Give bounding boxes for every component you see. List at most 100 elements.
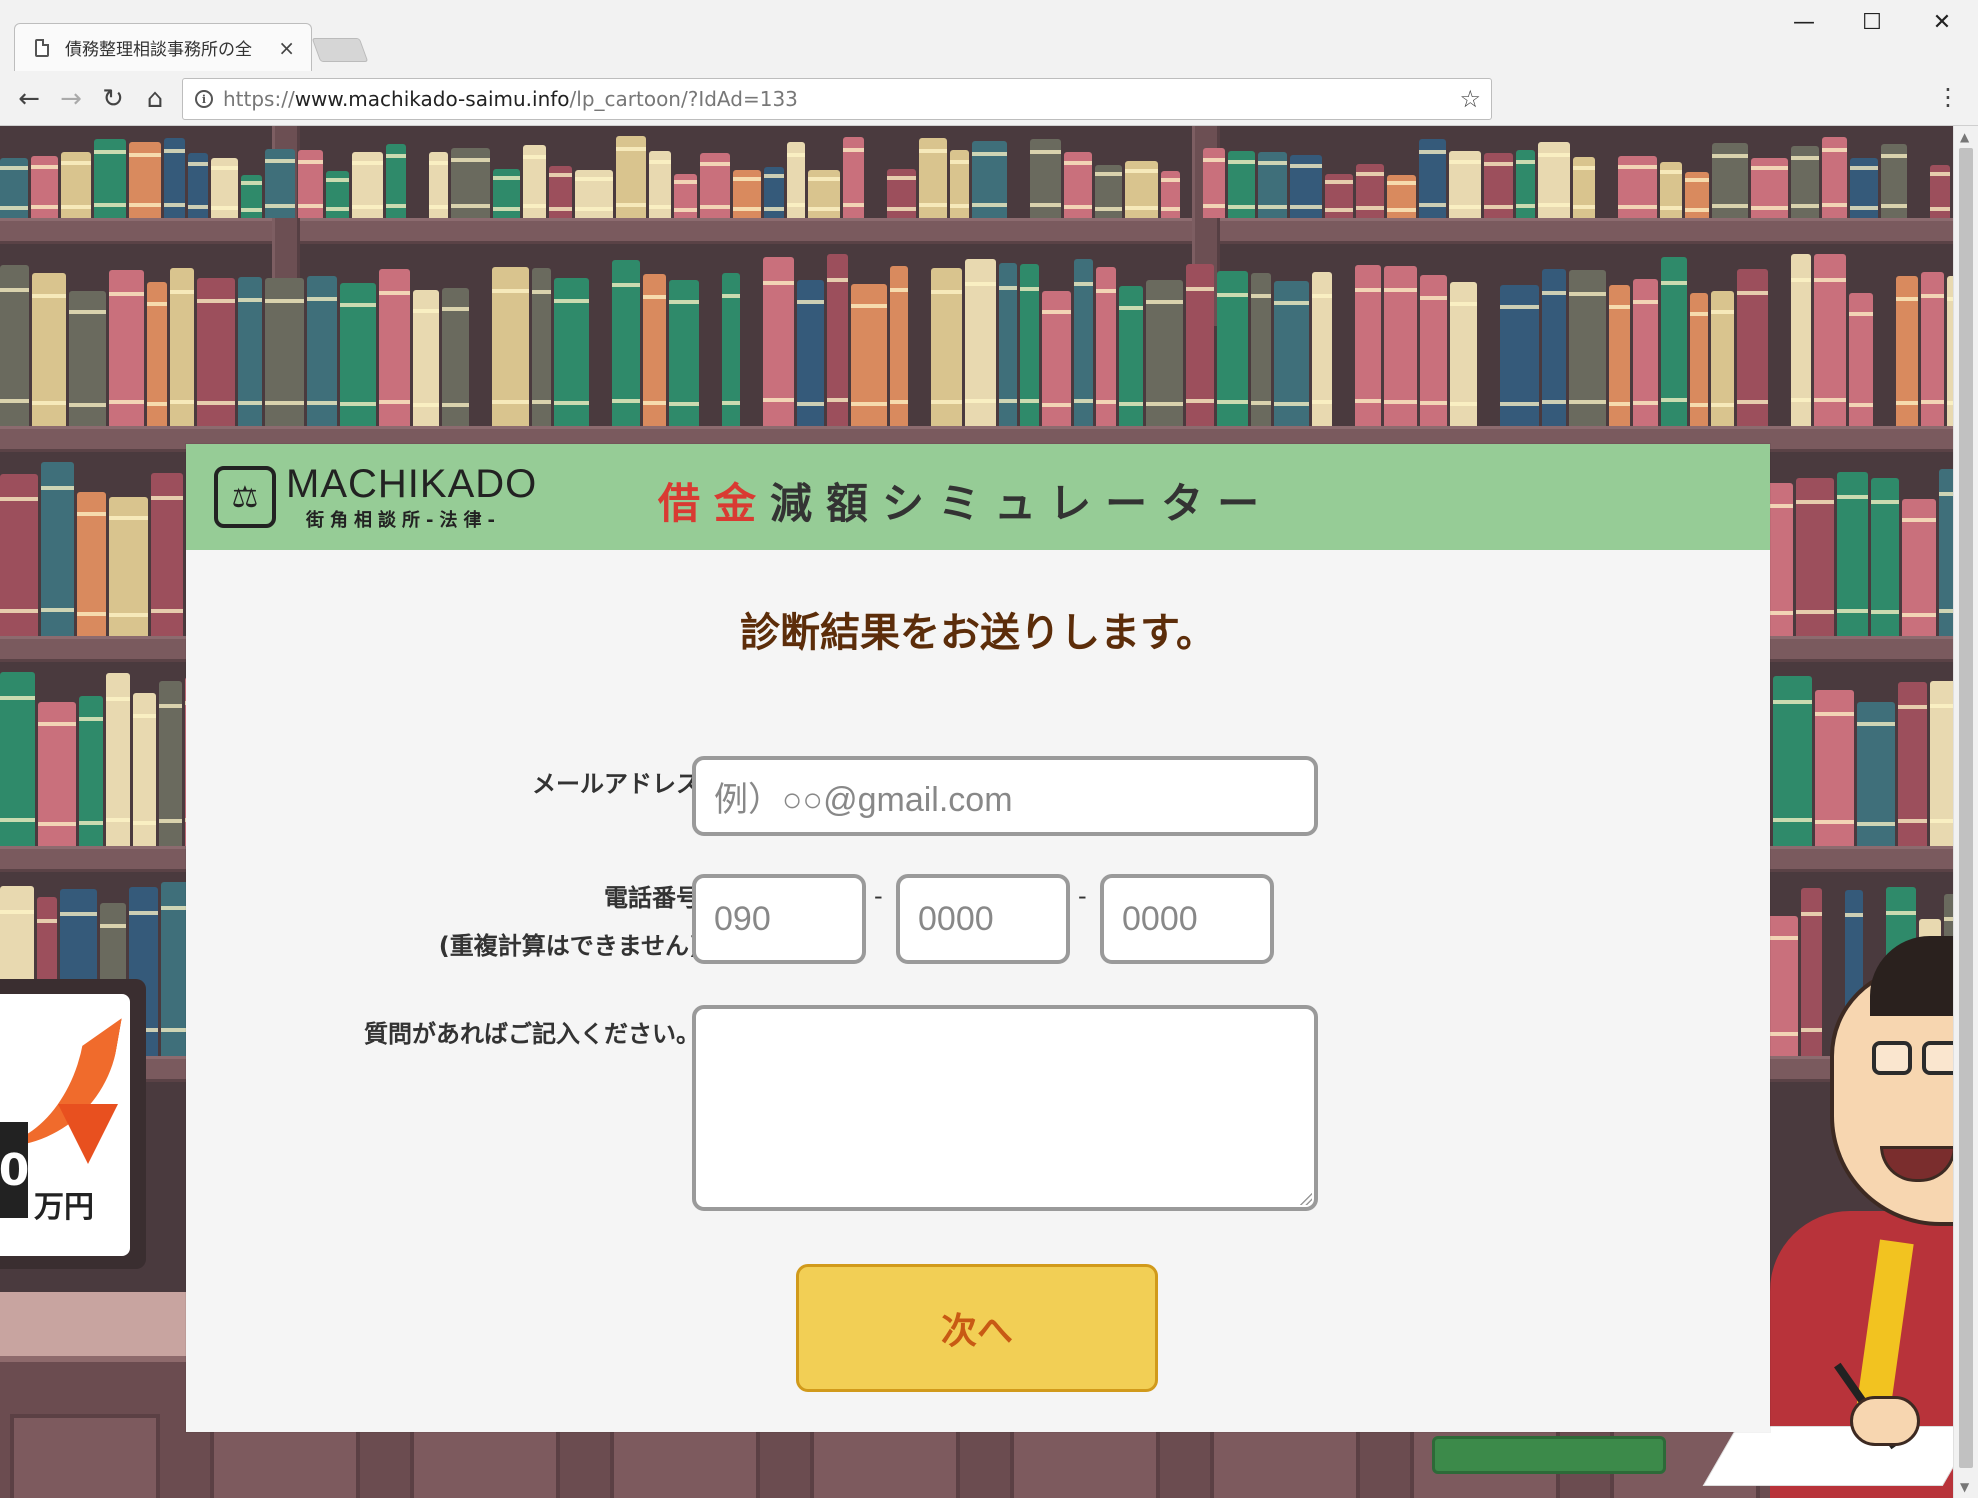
- book-illustration: [1815, 690, 1854, 846]
- book-illustration: [1484, 153, 1513, 218]
- book-illustration: [151, 473, 183, 636]
- book-illustration: [109, 497, 148, 636]
- book-illustration: [1569, 270, 1606, 426]
- scroll-up-icon[interactable]: ▲: [1960, 130, 1969, 144]
- tab-close-icon[interactable]: ×: [278, 36, 295, 60]
- phone-input-middle[interactable]: 0000: [896, 874, 1070, 964]
- book-illustration: [31, 156, 58, 218]
- book-illustration: [1796, 478, 1834, 636]
- maximize-icon[interactable]: ☐: [1852, 10, 1892, 35]
- book-illustration: [999, 263, 1017, 426]
- scrollbar-thumb[interactable]: [1959, 148, 1973, 1468]
- book-illustration: [843, 137, 864, 218]
- next-button[interactable]: 次へ: [796, 1264, 1158, 1392]
- book-illustration: [919, 138, 947, 218]
- book-illustration: [1384, 266, 1417, 426]
- address-bar[interactable]: i https://www.machikado-saimu.info/lp_ca…: [182, 78, 1492, 120]
- book-illustration: [265, 278, 304, 426]
- page-viewport: 0 万円 ⚖ MACHIKADO 街角相談所-法律- 借金減額シミュレーター 診…: [0, 126, 1953, 1498]
- url-text[interactable]: https://www.machikado-saimu.info/lp_cart…: [223, 87, 798, 111]
- book-illustration: [1542, 269, 1566, 426]
- star-icon[interactable]: ☆: [1459, 85, 1481, 113]
- book-illustration: [1274, 281, 1309, 426]
- book-illustration: [1290, 155, 1322, 218]
- email-input[interactable]: 例）○○@gmail.com: [692, 756, 1318, 836]
- book-illustration: [554, 278, 589, 426]
- book-illustration: [1773, 676, 1812, 846]
- forward-arrow-icon[interactable]: →: [54, 82, 88, 116]
- book-illustration: [265, 149, 295, 218]
- book-illustration: [797, 280, 824, 426]
- vertical-scrollbar[interactable]: ▲ ▼: [1953, 126, 1978, 1498]
- book-illustration: [379, 269, 410, 426]
- book-illustration: [1064, 152, 1092, 218]
- simulator-modal: ⚖ MACHIKADO 街角相談所-法律- 借金減額シミュレーター 診断結果をお…: [186, 444, 1770, 1432]
- book-illustration: [1020, 264, 1039, 426]
- book-illustration: [0, 672, 35, 846]
- book-illustration: [1618, 156, 1657, 218]
- logo-text: MACHIKADO: [286, 462, 538, 506]
- desk-drawer: [10, 1414, 160, 1498]
- glasses-icon: [1872, 1041, 1912, 1075]
- book-illustration: [77, 492, 106, 636]
- book-illustration: [1896, 276, 1918, 426]
- question-textarea[interactable]: [692, 1005, 1318, 1211]
- book-illustration: [442, 288, 469, 426]
- book-illustration: [238, 277, 262, 426]
- book-illustration: [1857, 702, 1895, 846]
- book-illustration: [386, 144, 406, 218]
- phone-input-last[interactable]: 0000: [1100, 874, 1274, 964]
- book-illustration: [575, 170, 613, 218]
- modal-header: ⚖ MACHIKADO 街角相談所-法律- 借金減額シミュレーター: [186, 444, 1770, 550]
- glasses-icon: [1922, 1041, 1953, 1075]
- book-illustration: [827, 254, 848, 426]
- book-illustration: [1837, 472, 1868, 636]
- reload-icon[interactable]: ↻: [96, 82, 130, 116]
- scroll-down-icon[interactable]: ▼: [1960, 1480, 1969, 1494]
- book-illustration: [413, 290, 439, 426]
- info-icon[interactable]: i: [195, 90, 213, 108]
- book-illustration: [1751, 158, 1788, 218]
- book-illustration: [326, 171, 349, 218]
- new-tab-button[interactable]: [311, 38, 369, 62]
- book-illustration: [307, 276, 337, 426]
- browser-tab[interactable]: 債務整理相談事務所の全 ×: [14, 23, 312, 71]
- book-illustration: [1660, 162, 1682, 218]
- book-illustration: [1186, 264, 1214, 426]
- book-illustration: [1921, 272, 1944, 426]
- book-illustration: [1661, 257, 1687, 426]
- promo-card: 0 万円: [0, 994, 130, 1256]
- title-accent: 借金: [658, 479, 771, 528]
- book-illustration: [1500, 285, 1539, 426]
- resize-grip-icon[interactable]: [1300, 1193, 1312, 1205]
- kebab-menu-icon[interactable]: · · ·: [1942, 78, 1954, 118]
- book-illustration: [972, 141, 1007, 218]
- book-illustration: [1871, 478, 1899, 636]
- minimize-icon[interactable]: —: [1784, 10, 1824, 35]
- close-window-icon[interactable]: ✕: [1922, 10, 1962, 35]
- simulator-title: 借金減額シミュレーター: [658, 470, 1273, 531]
- home-icon[interactable]: ⌂: [138, 82, 172, 116]
- book-illustration: [1881, 144, 1907, 218]
- book-illustration: [69, 291, 106, 426]
- book-illustration: [532, 268, 551, 426]
- book-illustration: [492, 267, 529, 426]
- book-illustration: [1849, 293, 1873, 426]
- book-illustration: [0, 265, 29, 426]
- book-illustration: [1538, 142, 1570, 218]
- book-illustration: [722, 273, 740, 426]
- book-illustration: [1712, 143, 1748, 218]
- book-illustration: [1801, 888, 1822, 1056]
- book-illustration: [1737, 269, 1768, 426]
- book-illustration: [1095, 165, 1122, 218]
- book-illustration: [1791, 146, 1819, 218]
- phone-input-area-code[interactable]: 090: [692, 874, 866, 964]
- email-label: メールアドレス: [532, 770, 700, 798]
- book-illustration: [1902, 499, 1936, 636]
- book-illustration: [106, 673, 130, 846]
- book-illustration: [211, 158, 238, 218]
- back-arrow-icon[interactable]: ←: [12, 82, 46, 116]
- arrow-tip-icon: [58, 1104, 118, 1164]
- book-illustration: [61, 152, 91, 218]
- book-illustration: [890, 266, 908, 426]
